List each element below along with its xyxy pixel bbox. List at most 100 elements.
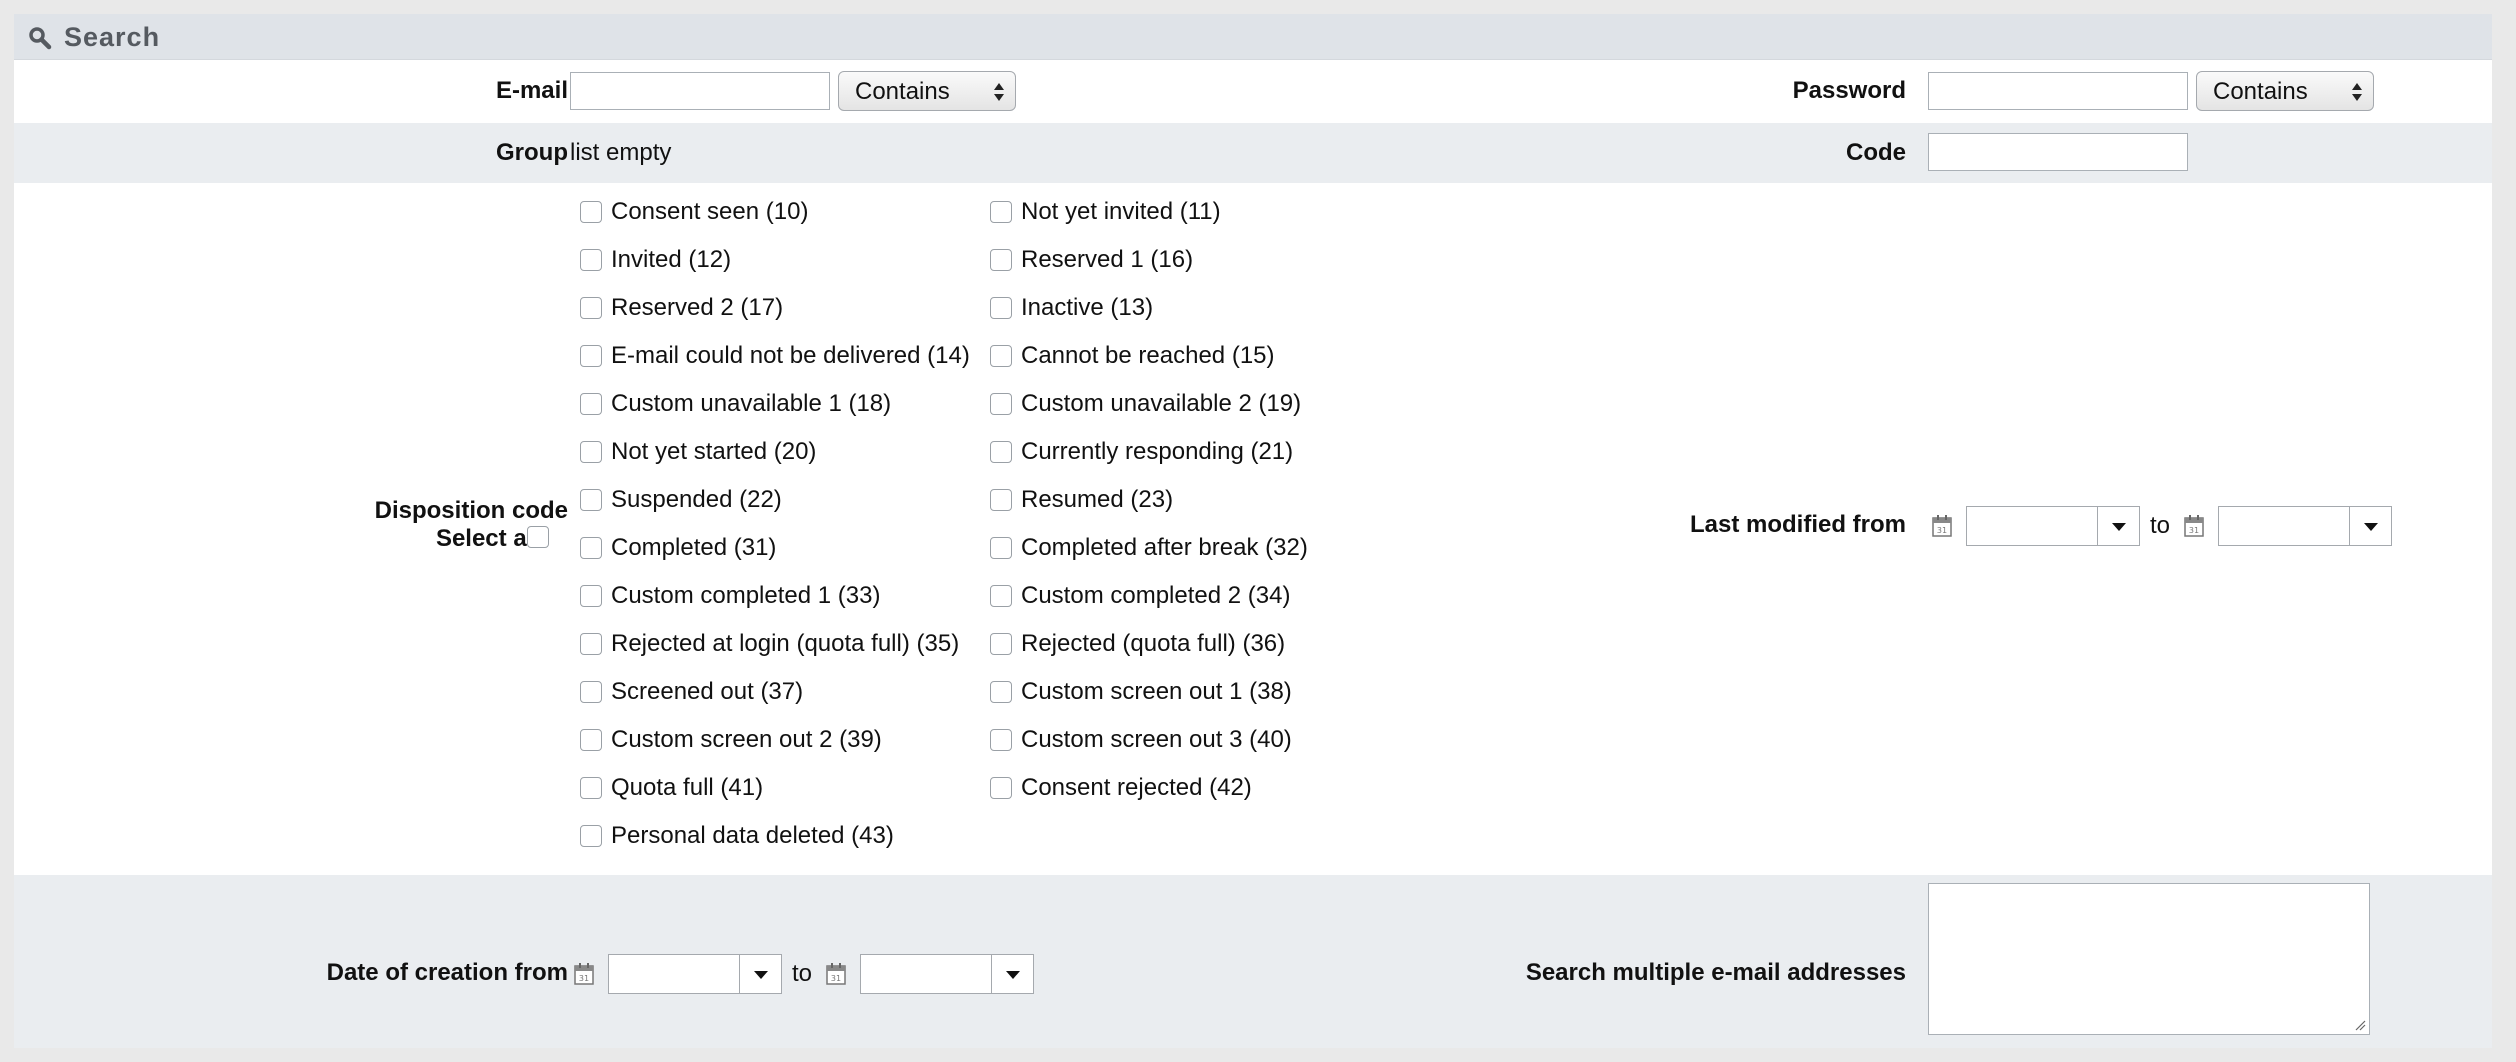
- checkbox[interactable]: [580, 297, 602, 319]
- checkbox[interactable]: [580, 585, 602, 607]
- disposition-option[interactable]: Screened out (37): [580, 677, 803, 707]
- checkbox[interactable]: [990, 489, 1012, 511]
- disposition-option[interactable]: Rejected at login (quota full) (35): [580, 629, 959, 659]
- disposition-option[interactable]: Suspended (22): [580, 485, 782, 515]
- disposition-option[interactable]: Completed after break (32): [990, 533, 1308, 563]
- email-input[interactable]: [570, 72, 830, 110]
- date-dropdown-button[interactable]: [2097, 507, 2139, 545]
- checkbox[interactable]: [990, 777, 1012, 799]
- disposition-option[interactable]: Custom screen out 1 (38): [990, 677, 1292, 707]
- disposition-option[interactable]: Rejected (quota full) (36): [990, 629, 1285, 659]
- disposition-option[interactable]: Custom unavailable 2 (19): [990, 389, 1301, 419]
- code-input[interactable]: [1928, 133, 2188, 171]
- checkbox[interactable]: [990, 201, 1012, 223]
- checkbox[interactable]: [580, 537, 602, 559]
- option-label: Custom completed 1 (33): [611, 582, 881, 609]
- option-label: Screened out (37): [611, 678, 804, 705]
- disposition-option[interactable]: E-mail could not be delivered (14): [580, 341, 970, 371]
- checkbox[interactable]: [990, 441, 1012, 463]
- select-arrows-icon: [2352, 83, 2362, 101]
- checkbox[interactable]: [990, 297, 1012, 319]
- calendar-icon[interactable]: 31: [574, 963, 594, 985]
- last-modified-to-input[interactable]: [2218, 506, 2393, 546]
- creation-date-to-input[interactable]: [860, 954, 1035, 994]
- password-operator-value: Contains: [2213, 78, 2308, 105]
- disposition-option[interactable]: Consent seen (10): [580, 197, 808, 227]
- disposition-option[interactable]: Resumed (23): [990, 485, 1173, 515]
- date-dropdown-button[interactable]: [991, 955, 1034, 993]
- option-label: Rejected (quota full) (36): [1021, 630, 1286, 657]
- checkbox[interactable]: [990, 345, 1012, 367]
- checkbox[interactable]: [990, 681, 1012, 703]
- disposition-label: Disposition code: [374, 497, 568, 524]
- option-label: E-mail could not be delivered (14): [611, 342, 970, 369]
- checkbox[interactable]: [580, 729, 602, 751]
- disposition-option[interactable]: Consent rejected (42): [990, 773, 1252, 803]
- svg-text:31: 31: [579, 974, 589, 983]
- creation-date-from-input[interactable]: [608, 954, 782, 994]
- calendar-icon[interactable]: 31: [2184, 515, 2204, 537]
- disposition-option[interactable]: Quota full (41): [580, 773, 763, 803]
- checkbox[interactable]: [990, 537, 1012, 559]
- disposition-option[interactable]: Custom unavailable 1 (18): [580, 389, 891, 419]
- checkbox[interactable]: [990, 393, 1012, 415]
- email-operator-select[interactable]: Contains: [838, 71, 1016, 111]
- disposition-option[interactable]: Custom screen out 2 (39): [580, 725, 882, 755]
- password-label: Password: [1792, 77, 1906, 104]
- disposition-option[interactable]: Reserved 2 (17): [580, 293, 783, 323]
- date-dropdown-button[interactable]: [2349, 507, 2392, 545]
- last-modified-from-input[interactable]: [1966, 506, 2140, 546]
- checkbox[interactable]: [580, 777, 602, 799]
- creation-date-label: Date of creation from: [326, 959, 568, 986]
- checkbox[interactable]: [580, 201, 602, 223]
- calendar-icon[interactable]: 31: [1932, 515, 1952, 537]
- disposition-option[interactable]: Reserved 1 (16): [990, 245, 1193, 275]
- search-panel: Search E-mail Contains Password Contains…: [14, 14, 2492, 1048]
- checkbox[interactable]: [580, 489, 602, 511]
- resize-grip-icon[interactable]: [2354, 1019, 2366, 1031]
- disposition-option[interactable]: Personal data deleted (43): [580, 821, 894, 851]
- select-all-label: Select all: [435, 525, 540, 552]
- to-label: to: [2150, 512, 2171, 539]
- option-label: Personal data deleted (43): [611, 822, 894, 849]
- option-label: Custom unavailable 2 (19): [1021, 390, 1302, 417]
- checkbox[interactable]: [580, 345, 602, 367]
- checkbox[interactable]: [990, 585, 1012, 607]
- disposition-option[interactable]: Cannot be reached (15): [990, 341, 1275, 371]
- disposition-option[interactable]: Not yet invited (11): [990, 197, 1221, 227]
- select-arrows-icon: [994, 83, 1004, 101]
- disposition-option[interactable]: Not yet started (20): [580, 437, 816, 467]
- checkbox[interactable]: [580, 681, 602, 703]
- svg-text:31: 31: [1937, 526, 1947, 535]
- disposition-option[interactable]: Inactive (13): [990, 293, 1153, 323]
- to-label: to: [792, 960, 813, 987]
- select-all-checkbox[interactable]: [527, 526, 549, 548]
- group-code-row: Group list empty Code: [14, 123, 2492, 183]
- disposition-option[interactable]: Custom completed 1 (33): [580, 581, 880, 611]
- password-operator-select[interactable]: Contains: [2196, 71, 2374, 111]
- disposition-option[interactable]: Completed (31): [580, 533, 776, 563]
- search-title: Search: [64, 22, 161, 52]
- checkbox[interactable]: [580, 441, 602, 463]
- option-label: Invited (12): [611, 246, 732, 273]
- calendar-icon[interactable]: 31: [826, 963, 846, 985]
- checkbox[interactable]: [580, 249, 602, 271]
- checkbox[interactable]: [580, 825, 602, 847]
- option-label: Currently responding (21): [1021, 438, 1294, 465]
- date-dropdown-button[interactable]: [739, 955, 781, 993]
- disposition-option[interactable]: Currently responding (21): [990, 437, 1293, 467]
- option-label: Consent seen (10): [611, 198, 809, 225]
- checkbox[interactable]: [990, 633, 1012, 655]
- checkbox[interactable]: [990, 729, 1012, 751]
- disposition-option[interactable]: Custom completed 2 (34): [990, 581, 1290, 611]
- checkbox[interactable]: [990, 249, 1012, 271]
- password-input[interactable]: [1928, 72, 2188, 110]
- option-label: Not yet invited (11): [1021, 198, 1221, 225]
- option-label: Custom screen out 1 (38): [1021, 678, 1292, 705]
- multi-email-textarea[interactable]: [1928, 883, 2370, 1035]
- checkbox[interactable]: [580, 633, 602, 655]
- creation-multi-email-row: Date of creation from 31 to 31 Search mu…: [14, 875, 2492, 1048]
- checkbox[interactable]: [580, 393, 602, 415]
- disposition-option[interactable]: Invited (12): [580, 245, 731, 275]
- disposition-option[interactable]: Custom screen out 3 (40): [990, 725, 1292, 755]
